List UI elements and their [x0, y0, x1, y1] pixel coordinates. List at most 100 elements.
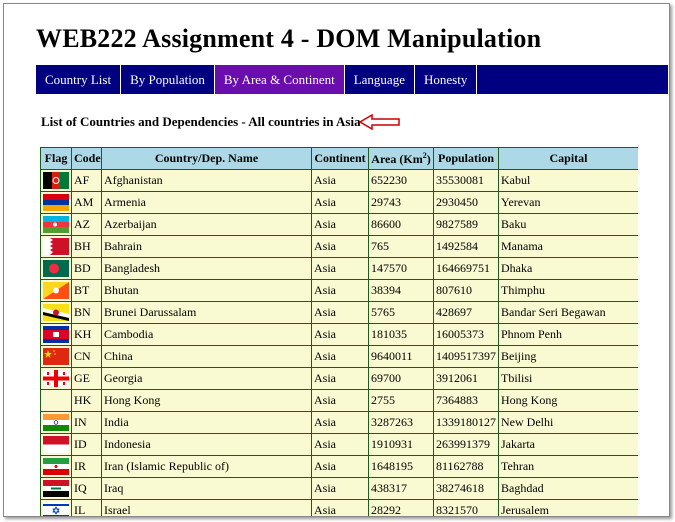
- area-cell: 69700: [368, 367, 434, 390]
- capital-cell: Baku: [498, 213, 638, 236]
- table-row: KH Cambodia Asia 181035 16005373 Phnom Penh: [40, 323, 638, 346]
- continent-cell: Asia: [311, 213, 369, 236]
- nav-item-by-population[interactable]: By Population: [121, 65, 215, 94]
- capital-cell: New Delhi: [498, 411, 638, 434]
- code-cell: IQ: [71, 477, 102, 500]
- flag-cell: [40, 257, 72, 280]
- name-cell: Georgia: [101, 367, 312, 390]
- code-cell: AZ: [71, 213, 102, 236]
- capital-cell: Manama: [498, 235, 638, 258]
- flag-cell: [40, 455, 72, 478]
- flag-cell: [40, 213, 72, 236]
- name-cell: Bahrain: [101, 235, 312, 258]
- flag-cell: [40, 169, 72, 192]
- table-row: AF Afghanistan Asia 652230 35530081 Kabul: [40, 169, 638, 192]
- continent-cell: Asia: [311, 433, 369, 456]
- area-cell: 1910931: [368, 433, 434, 456]
- header-area-text: Area (Km: [371, 151, 423, 166]
- ge-flag-icon: [43, 370, 69, 387]
- table-row: AM Armenia Asia 29743 2930450 Yerevan: [40, 191, 638, 214]
- continent-cell: Asia: [311, 235, 369, 258]
- population-cell: 164669751: [433, 257, 499, 280]
- nav-item-language[interactable]: Language: [345, 65, 415, 94]
- population-cell: 1492584: [433, 235, 499, 258]
- nav-item-by-area-continent[interactable]: By Area & Continent: [214, 65, 345, 94]
- population-cell: 16005373: [433, 323, 499, 346]
- area-cell: 652230: [368, 169, 434, 192]
- nav-item-honesty[interactable]: Honesty: [415, 65, 478, 94]
- continent-cell: Asia: [311, 477, 369, 500]
- name-cell: Iraq: [101, 477, 312, 500]
- capital-cell: Yerevan: [498, 191, 638, 214]
- area-cell: 5765: [368, 301, 434, 324]
- ir-flag-icon: [43, 458, 69, 475]
- af-flag-icon: [43, 172, 69, 189]
- capital-cell: Phnom Penh: [498, 323, 638, 346]
- flag-cell: [40, 279, 72, 302]
- code-cell: BH: [71, 235, 102, 258]
- header-area: Area (Km2): [368, 147, 434, 170]
- table-row: ID Indonesia Asia 1910931 263991379 Jakarta: [40, 433, 638, 456]
- table-row: BH Bahrain Asia 765 1492584 Manama: [40, 235, 638, 258]
- header-population: Population: [433, 147, 499, 170]
- header-name: Country/Dep. Name: [101, 147, 312, 170]
- population-cell: 428697: [433, 301, 499, 324]
- capital-cell: Tehran: [498, 455, 638, 478]
- table-row: IR Iran (Islamic Republic of) Asia 1648195 8…: [40, 455, 638, 478]
- browser-frame: WEB222 Assignment 4 - DOM Manipulation C…: [3, 3, 670, 517]
- flag-cell: [40, 367, 72, 390]
- capital-cell: Thimphu: [498, 279, 638, 302]
- flag-cell: [40, 477, 72, 500]
- population-cell: 807610: [433, 279, 499, 302]
- population-cell: 7364883: [433, 389, 499, 412]
- capital-cell: Jerusalem: [498, 499, 638, 516]
- table-row: BT Bhutan Asia 38394 807610 Thimphu: [40, 279, 638, 302]
- id-flag-icon: [43, 436, 69, 453]
- flag-cell: [40, 499, 72, 516]
- am-flag-icon: [43, 194, 69, 211]
- table-row: CN China Asia 9640011 1409517397 Beijing: [40, 345, 638, 368]
- code-cell: IN: [71, 411, 102, 434]
- table-row: GE Georgia Asia 69700 3912061 Tbilisi: [40, 367, 638, 390]
- area-cell: 3287263: [368, 411, 434, 434]
- population-cell: 3912061: [433, 367, 499, 390]
- area-cell: 147570: [368, 257, 434, 280]
- bh-flag-icon: [43, 238, 69, 255]
- capital-cell: Baghdad: [498, 477, 638, 500]
- code-cell: HK: [71, 389, 102, 412]
- az-flag-icon: [43, 216, 69, 233]
- nav-item-country-list[interactable]: Country List: [36, 65, 122, 94]
- continent-cell: Asia: [311, 169, 369, 192]
- population-cell: 8321570: [433, 499, 499, 516]
- area-cell: 2755: [368, 389, 434, 412]
- continent-cell: Asia: [311, 499, 369, 516]
- countries-table: Flag Code Country/Dep. Name Continent Ar…: [40, 147, 638, 516]
- area-cell: 9640011: [368, 345, 434, 368]
- countries-table-container: Flag Code Country/Dep. Name Continent Ar…: [40, 147, 638, 516]
- flag-cell: [40, 235, 72, 258]
- il-flag-icon: [43, 502, 69, 516]
- code-cell: BN: [71, 301, 102, 324]
- flag-cell: [40, 301, 72, 324]
- area-cell: 38394: [368, 279, 434, 302]
- code-cell: BD: [71, 257, 102, 280]
- table-subtitle: List of Countries and Dependencies - All…: [41, 114, 361, 129]
- population-cell: 9827589: [433, 213, 499, 236]
- area-cell: 1648195: [368, 455, 434, 478]
- page-title: WEB222 Assignment 4 - DOM Manipulation: [36, 24, 542, 53]
- area-cell: 28292: [368, 499, 434, 516]
- table-header-row: Flag Code Country/Dep. Name Continent Ar…: [40, 147, 638, 170]
- name-cell: Afghanistan: [101, 169, 312, 192]
- flag-cell: [40, 323, 72, 346]
- table-row: BN Brunei Darussalam Asia 5765 428697 Bandar …: [40, 301, 638, 324]
- name-cell: Bangladesh: [101, 257, 312, 280]
- table-row: AZ Azerbaijan Asia 86600 9827589 Baku: [40, 213, 638, 236]
- header-flag: Flag: [40, 147, 72, 170]
- flag-cell: [40, 433, 72, 456]
- main-nav: Country List By Population By Area & Con…: [36, 65, 668, 94]
- population-cell: 1409517397: [433, 345, 499, 368]
- area-cell: 181035: [368, 323, 434, 346]
- continent-cell: Asia: [311, 257, 369, 280]
- flag-cell: [40, 191, 72, 214]
- population-cell: 38274618: [433, 477, 499, 500]
